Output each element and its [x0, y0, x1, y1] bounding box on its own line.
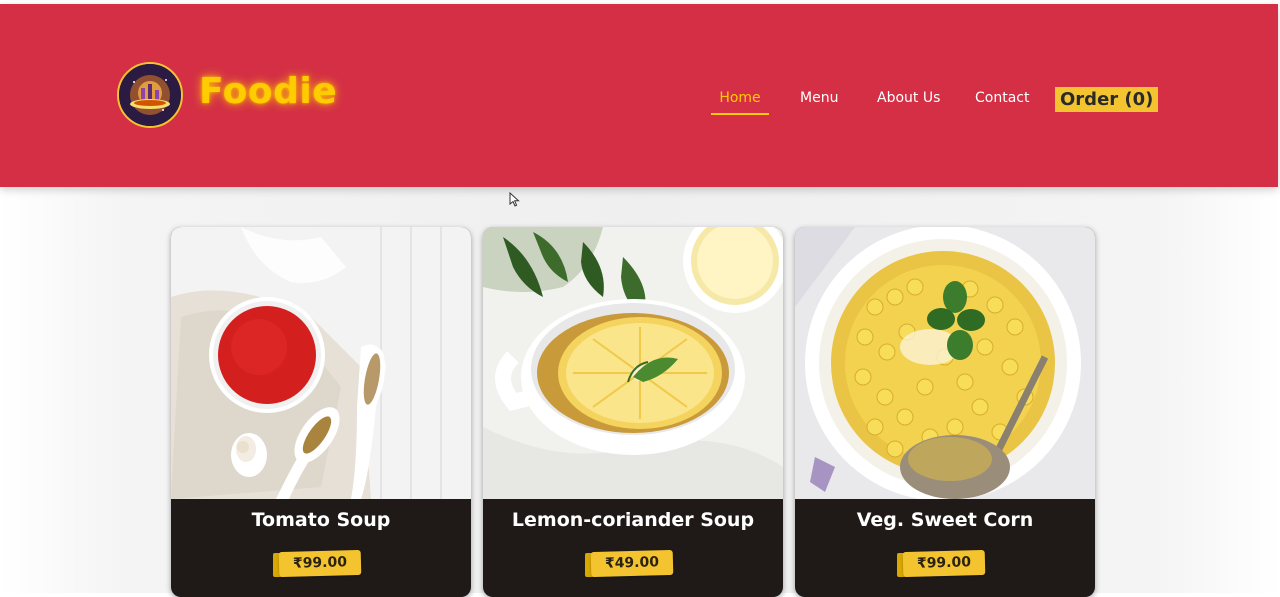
nav-home[interactable]: Home	[711, 87, 769, 109]
site-header: Foodie Home Menu About Us Contact Order …	[0, 4, 1278, 187]
menu-card-lemon-coriander-soup[interactable]: Lemon-coriander Soup ₹49.00	[483, 227, 783, 597]
menu-item-price: ₹99.00	[278, 549, 362, 578]
menu-item-name: Lemon-coriander Soup	[511, 509, 755, 531]
nav-menu[interactable]: Menu	[800, 87, 838, 109]
price-tag: ₹49.00	[585, 549, 674, 578]
lemon-coriander-soup-photo	[483, 227, 783, 499]
menu-item-price: ₹49.00	[590, 549, 674, 578]
veg-sweet-corn-photo	[795, 227, 1095, 499]
menu-card-tomato-soup[interactable]: Tomato Soup ₹99.00	[171, 227, 471, 597]
price-tag: ₹99.00	[897, 549, 986, 578]
price-tag: ₹99.00	[273, 549, 362, 578]
menu-item-price: ₹99.00	[902, 549, 986, 578]
foodie-logo-icon[interactable]	[117, 62, 183, 128]
menu-card-veg-sweet-corn[interactable]: Veg. Sweet Corn ₹99.00	[795, 227, 1095, 597]
nav-active-underline	[711, 113, 769, 115]
mouse-cursor-icon	[509, 192, 520, 207]
tomato-soup-photo	[171, 227, 471, 499]
brand-name[interactable]: Foodie	[199, 74, 337, 110]
nav-contact[interactable]: Contact	[975, 87, 1029, 109]
nav-about-us[interactable]: About Us	[877, 87, 940, 109]
order-button[interactable]: Order (0)	[1055, 87, 1159, 112]
menu-item-name: Veg. Sweet Corn	[856, 509, 1034, 531]
menu-item-name: Tomato Soup	[251, 509, 391, 531]
